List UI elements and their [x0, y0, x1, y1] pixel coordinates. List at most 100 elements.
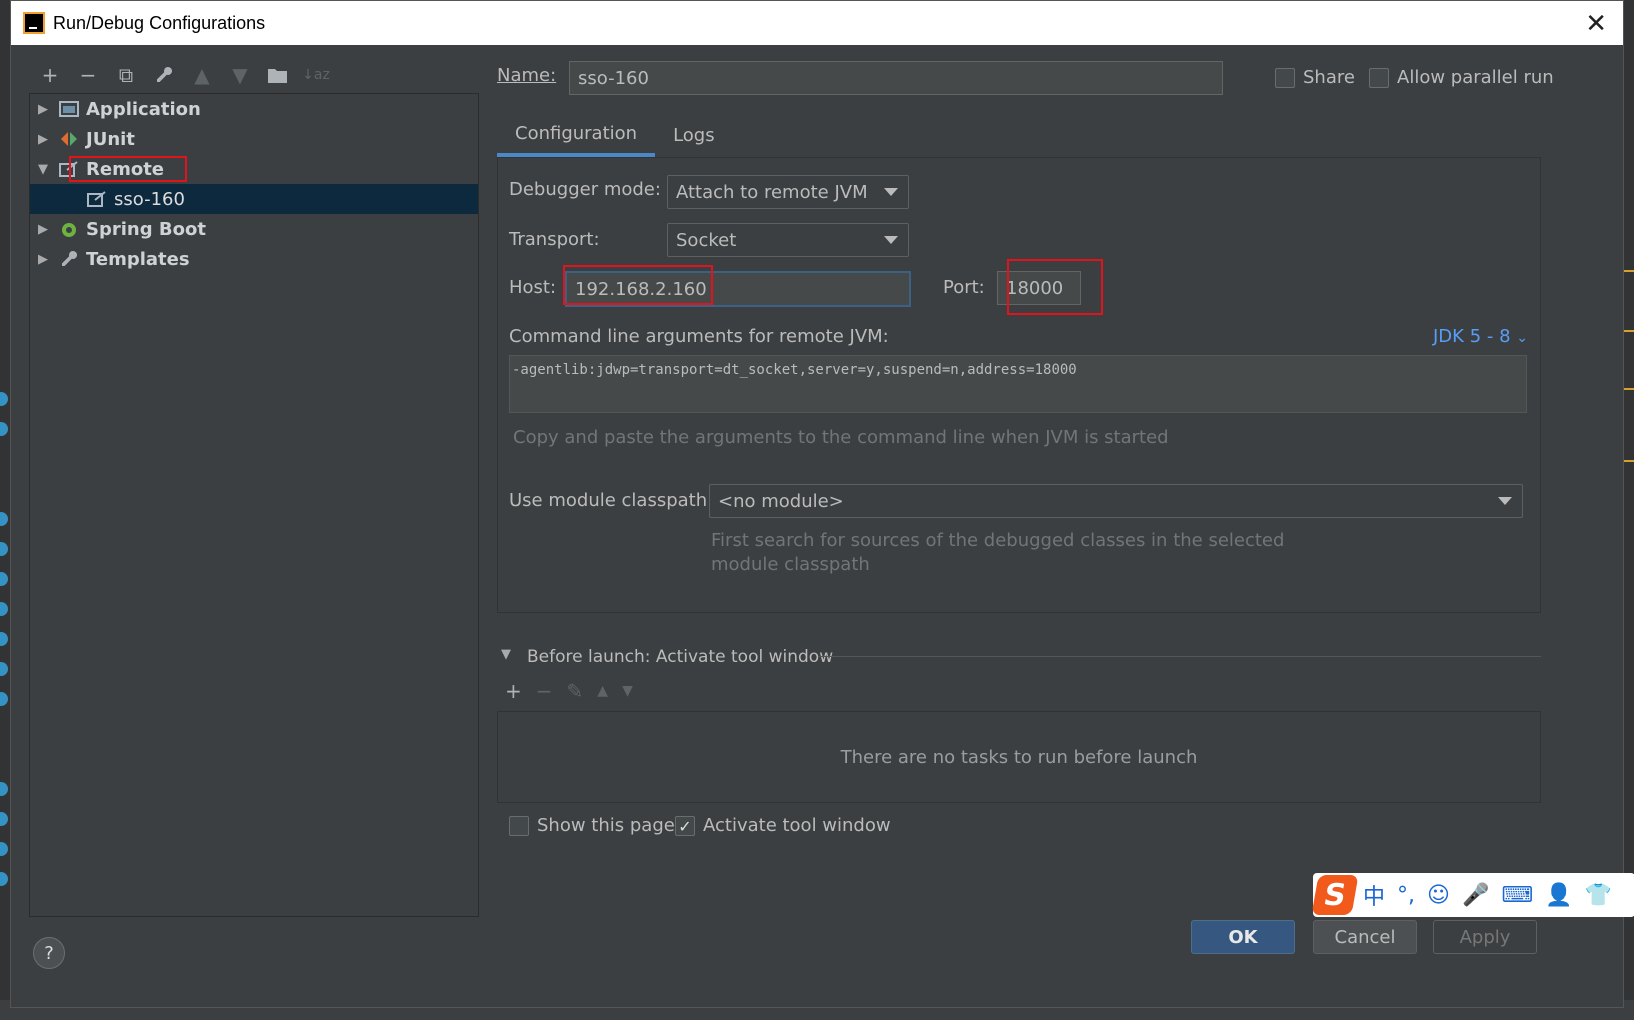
jdk-version-label: JDK 5 - 8 [1433, 326, 1511, 347]
allow-parallel-label: Allow parallel run [1397, 67, 1554, 88]
add-icon[interactable]: + [31, 60, 69, 90]
gutter-marker-icon [0, 512, 8, 526]
cmd-args-field[interactable]: -agentlib:jdwp=transport=dt_socket,serve… [509, 355, 1527, 413]
gutter-marker-icon [0, 812, 8, 826]
move-up-icon[interactable]: ▲ [183, 60, 221, 90]
remote-config-icon [86, 189, 108, 209]
allow-parallel-checkbox[interactable] [1369, 68, 1389, 88]
junit-icon [58, 129, 80, 149]
gutter-marker-icon [0, 632, 8, 646]
ime-keyboard-icon[interactable]: ⌨ [1501, 883, 1533, 908]
gutter-marker-icon [0, 872, 8, 886]
tab-configuration[interactable]: Configuration [497, 113, 656, 157]
ime-emoji-icon[interactable]: ☺ [1427, 883, 1450, 908]
activate-tool-window-label: Activate tool window [703, 815, 891, 836]
sort-icon[interactable]: ↓az [297, 60, 335, 90]
host-label: Host: [509, 277, 557, 298]
transport-select[interactable]: Socket [667, 223, 909, 257]
collapse-arrow-icon[interactable]: ▼ [501, 647, 511, 662]
remove-icon[interactable]: − [69, 60, 107, 90]
ime-punct-icon[interactable]: °, [1397, 883, 1415, 908]
debugger-mode-select[interactable]: Attach to remote JVM [667, 175, 909, 209]
tree-item-label: Application [86, 98, 201, 120]
module-classpath-select[interactable]: <no module> [709, 484, 1523, 518]
tree-item-application[interactable]: ▶ Application [30, 94, 478, 124]
chevron-down-icon: ⌄ [1516, 330, 1529, 346]
tree-item-label: Templates [86, 248, 190, 270]
tree-item-label: Spring Boot [86, 218, 206, 240]
dialog-title: Run/Debug Configurations [53, 12, 266, 33]
add-task-icon[interactable]: + [505, 679, 522, 703]
tree-item-spring-boot[interactable]: ▶ Spring Boot [30, 214, 478, 244]
chevron-down-icon [1498, 497, 1512, 505]
scroll-marker [1624, 270, 1634, 272]
section-divider [819, 656, 1541, 657]
application-icon [58, 99, 80, 119]
tab-logs[interactable]: Logs [655, 113, 733, 157]
module-hint-line2: module classpath [711, 554, 870, 575]
share-checkbox[interactable] [1275, 68, 1295, 88]
move-down-icon[interactable]: ▼ [221, 60, 259, 90]
annotation-box-host [563, 265, 713, 305]
debugger-mode-label: Debugger mode: [509, 179, 661, 200]
port-label: Port: [943, 277, 985, 298]
ime-mic-icon[interactable]: 🎤 [1462, 883, 1489, 908]
gutter-marker-icon [0, 392, 8, 406]
gutter-marker-icon [0, 692, 8, 706]
apply-button[interactable]: Apply [1433, 920, 1537, 954]
spring-boot-icon [58, 219, 80, 239]
remove-task-icon[interactable]: − [536, 679, 553, 703]
show-page-label: Show this page [537, 815, 675, 836]
ime-toolbar: S 中 °, ☺ 🎤 ⌨ 👤 👕 [1311, 873, 1634, 917]
name-input[interactable]: sso-160 [569, 61, 1223, 95]
gutter-marker-icon [0, 422, 8, 436]
scroll-marker [1624, 330, 1634, 332]
module-classpath-label: Use module classpath: [509, 490, 714, 511]
scroll-marker [1624, 460, 1634, 462]
help-button[interactable]: ? [33, 937, 65, 969]
gutter-marker-icon [0, 662, 8, 676]
chevron-down-icon [884, 188, 898, 196]
copy-icon[interactable]: ⧉ [107, 60, 145, 90]
module-classpath-value: <no module> [718, 490, 844, 512]
run-debug-dialog: Run/Debug Configurations ✕ + − ⧉ ▲ ▼ ↓az… [10, 0, 1634, 1008]
transport-label: Transport: [509, 229, 600, 250]
share-label: Share [1303, 67, 1355, 88]
move-task-up-icon[interactable]: ▲ [597, 683, 608, 703]
annotation-box-port [1007, 259, 1103, 315]
ime-lang-icon[interactable]: 中 [1363, 879, 1385, 911]
expand-arrow-icon[interactable]: ▶ [36, 252, 50, 267]
cmd-args-hint: Copy and paste the arguments to the comm… [513, 427, 1169, 448]
name-label: Name: [497, 65, 557, 86]
chevron-down-icon [884, 236, 898, 244]
wrench-icon[interactable] [145, 60, 183, 90]
edit-task-icon[interactable]: ✎ [567, 679, 584, 703]
gutter-marker-icon [0, 572, 8, 586]
ok-button[interactable]: OK [1191, 920, 1295, 954]
close-icon[interactable]: ✕ [1585, 9, 1607, 39]
tree-item-sso-160[interactable]: sso-160 [30, 184, 478, 214]
tree-item-templates[interactable]: ▶ Templates [30, 244, 478, 274]
collapse-arrow-icon[interactable]: ▼ [36, 162, 50, 177]
tree-item-label: sso-160 [114, 188, 185, 210]
gutter-marker-icon [0, 842, 8, 856]
cancel-button[interactable]: Cancel [1313, 920, 1417, 954]
annotation-box-remote [69, 156, 187, 182]
ime-skin-icon[interactable]: 👕 [1585, 883, 1612, 908]
tree-item-junit[interactable]: ▶ JUnit [30, 124, 478, 154]
folder-add-icon[interactable] [259, 60, 297, 90]
activate-tool-window-checkbox[interactable]: ✓ [675, 816, 695, 836]
sogou-logo-icon: S [1311, 875, 1359, 915]
intellij-logo-icon [23, 12, 45, 34]
expand-arrow-icon[interactable]: ▶ [36, 222, 50, 237]
ime-user-icon[interactable]: 👤 [1545, 883, 1572, 908]
wrench-icon [58, 249, 80, 269]
config-toolbar: + − ⧉ ▲ ▼ ↓az [31, 59, 335, 91]
jdk-version-link[interactable]: JDK 5 - 8 ⌄ [1433, 326, 1528, 347]
show-page-checkbox[interactable] [509, 816, 529, 836]
expand-arrow-icon[interactable]: ▶ [36, 102, 50, 117]
expand-arrow-icon[interactable]: ▶ [36, 132, 50, 147]
move-task-down-icon[interactable]: ▼ [622, 683, 633, 703]
no-tasks-text: There are no tasks to run before launch [840, 746, 1198, 768]
before-launch-toolbar: + − ✎ ▲ ▼ [505, 679, 633, 703]
